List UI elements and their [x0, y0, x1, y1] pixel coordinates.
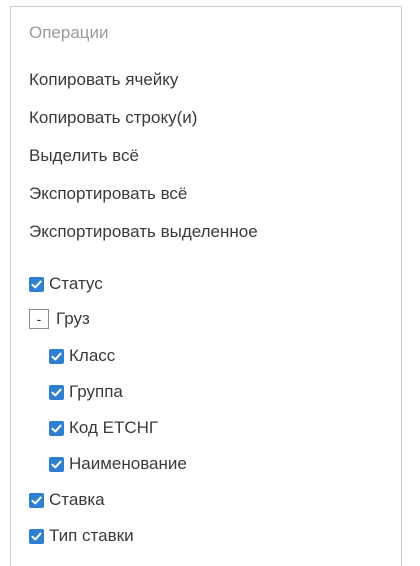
- column-label-group: Группа: [69, 382, 123, 401]
- copy-cell-menu-item[interactable]: Копировать ячейку: [29, 69, 178, 91]
- export-selected-menu-item[interactable]: Экспортировать выделенное: [29, 221, 258, 243]
- column-label-name: Наименование: [69, 454, 187, 473]
- column-toggle-etsng-code[interactable]: Код ЕТСНГ: [49, 417, 158, 439]
- collapse-minus-icon[interactable]: -: [29, 309, 49, 329]
- column-label-rate-type: Тип ставки: [49, 526, 134, 545]
- column-toggle-class[interactable]: Класс: [49, 345, 115, 367]
- column-label-status: Статус: [49, 274, 103, 293]
- column-toggle-group[interactable]: Группа: [49, 381, 123, 403]
- column-toggle-status[interactable]: Статус: [29, 273, 103, 295]
- select-all-menu-item[interactable]: Выделить всё: [29, 145, 139, 167]
- export-all-menu-item[interactable]: Экспортировать всё: [29, 183, 187, 205]
- checkbox-checked-icon[interactable]: [29, 528, 44, 544]
- column-label-cargo: Груз: [56, 309, 90, 328]
- operations-section-title: Операции: [29, 23, 109, 42]
- context-menu-panel: Операции Копировать ячейку Копировать ст…: [10, 6, 402, 566]
- column-label-rate: Ставка: [49, 490, 105, 509]
- column-toggle-rate[interactable]: Ставка: [29, 489, 105, 511]
- checkbox-checked-icon[interactable]: [49, 348, 64, 364]
- checkbox-checked-icon[interactable]: [49, 456, 64, 472]
- column-group-cargo[interactable]: - Груз: [29, 308, 90, 330]
- checkbox-checked-icon[interactable]: [29, 276, 44, 292]
- copy-rows-menu-item[interactable]: Копировать строку(и): [29, 107, 197, 129]
- checkbox-checked-icon[interactable]: [29, 492, 44, 508]
- checkbox-checked-icon[interactable]: [49, 384, 64, 400]
- checkbox-checked-icon[interactable]: [49, 420, 64, 436]
- column-toggle-name[interactable]: Наименование: [49, 453, 187, 475]
- column-label-etsng-code: Код ЕТСНГ: [69, 418, 159, 437]
- column-toggle-rate-type[interactable]: Тип ставки: [29, 525, 134, 547]
- column-label-class: Класс: [69, 346, 116, 365]
